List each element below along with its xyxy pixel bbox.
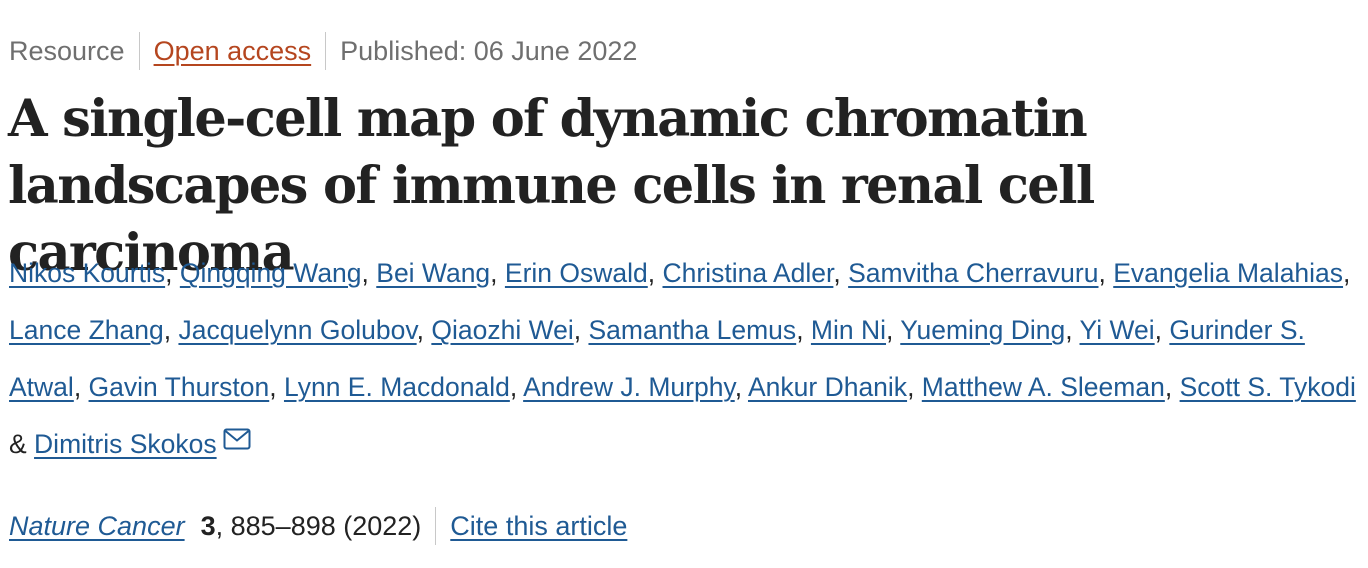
author-separator: , bbox=[361, 258, 377, 288]
author-separator: , bbox=[573, 315, 589, 345]
author-link[interactable]: Dimitris Skokos bbox=[34, 429, 217, 459]
author-link[interactable]: Jacquelynn Golubov bbox=[178, 315, 416, 345]
citation-pages-year: , 885–898 (2022) bbox=[215, 510, 422, 541]
author-link[interactable]: Erin Oswald bbox=[505, 258, 648, 288]
author-list: Nikos Kourtis, Qingqing Wang, Bei Wang, … bbox=[9, 245, 1361, 473]
author-link[interactable]: Bei Wang bbox=[376, 258, 490, 288]
author-separator: , bbox=[1065, 315, 1080, 345]
author-link[interactable]: Scott S. Tykodi bbox=[1180, 372, 1356, 402]
journal-link[interactable]: Nature Cancer bbox=[9, 511, 185, 542]
citation-divider bbox=[435, 507, 437, 545]
author-separator: , bbox=[907, 372, 922, 402]
author-separator: , bbox=[490, 258, 505, 288]
author-separator: , bbox=[647, 258, 663, 288]
author-link[interactable]: Lance Zhang bbox=[9, 315, 164, 345]
author-link[interactable]: Qingqing Wang bbox=[180, 258, 362, 288]
article-type: Resource bbox=[9, 35, 125, 66]
author-link[interactable]: Lynn E. Macdonald bbox=[284, 372, 510, 402]
author-separator: , bbox=[416, 315, 432, 345]
author-link[interactable]: Ankur Dhanik bbox=[748, 372, 907, 402]
author-separator: , bbox=[796, 315, 811, 345]
meta-divider bbox=[325, 32, 327, 70]
author-link[interactable]: Samantha Lemus bbox=[588, 315, 796, 345]
journal-volume: 3 bbox=[200, 510, 216, 541]
author-link[interactable]: Min Ni bbox=[811, 315, 886, 345]
author-separator: , bbox=[1154, 315, 1170, 345]
author-link[interactable]: Yi Wei bbox=[1080, 315, 1155, 345]
author-separator: , bbox=[165, 258, 180, 288]
author-separator: , bbox=[1343, 258, 1351, 288]
article-meta: Resource Open access Published: 06 June … bbox=[9, 31, 637, 71]
author-link[interactable]: Evangelia Malahias bbox=[1113, 258, 1343, 288]
author-separator: , bbox=[833, 258, 849, 288]
author-link[interactable]: Samvitha Cherravuru bbox=[848, 258, 1098, 288]
author-link[interactable]: Nikos Kourtis bbox=[9, 258, 165, 288]
author-link[interactable]: Yueming Ding bbox=[900, 315, 1065, 345]
meta-divider bbox=[138, 32, 140, 70]
author-link[interactable]: Christina Adler bbox=[663, 258, 834, 288]
author-link[interactable]: Gavin Thurston bbox=[89, 372, 270, 402]
open-access-link[interactable]: Open access bbox=[154, 36, 312, 67]
author-link[interactable]: Qiaozhi Wei bbox=[431, 315, 573, 345]
author-separator: , bbox=[73, 372, 89, 402]
author-separator: , bbox=[509, 372, 524, 402]
mail-icon[interactable] bbox=[223, 428, 251, 450]
citation: Nature Cancer 3 , 885–898 (2022) Cite th… bbox=[9, 506, 627, 546]
cite-this-article-link[interactable]: Cite this article bbox=[450, 511, 627, 542]
author-separator: & bbox=[9, 429, 35, 459]
published-date: Published: 06 June 2022 bbox=[340, 35, 638, 66]
author-separator: , bbox=[1098, 258, 1114, 288]
author-separator: , bbox=[886, 315, 901, 345]
author-separator: , bbox=[163, 315, 179, 345]
author-link[interactable]: Matthew A. Sleeman bbox=[922, 372, 1165, 402]
author-link[interactable]: Andrew J. Murphy bbox=[523, 372, 735, 402]
author-separator: , bbox=[734, 372, 748, 402]
author-separator: , bbox=[269, 372, 284, 402]
author-separator: , bbox=[1164, 372, 1180, 402]
